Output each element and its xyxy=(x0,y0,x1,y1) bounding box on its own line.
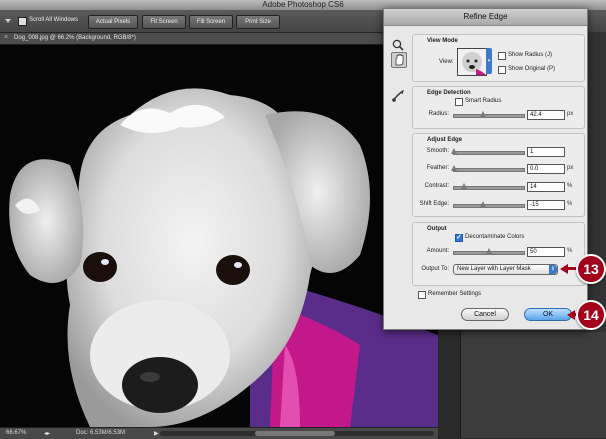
zoom-level[interactable]: 66.67% xyxy=(6,430,26,436)
callout-13-badge: 13 xyxy=(576,254,606,284)
view-thumbnail[interactable] xyxy=(457,48,487,76)
image-canvas[interactable] xyxy=(0,45,438,427)
feather-label: Feather: xyxy=(426,165,449,171)
amount-label: Amount: xyxy=(426,248,449,254)
feather-slider[interactable] xyxy=(451,165,525,172)
view-mode-heading: View Mode xyxy=(427,38,458,44)
fill-screen-button[interactable]: Fill Screen xyxy=(189,15,233,29)
select-arrows-icon: ⇕ xyxy=(549,265,557,274)
refine-edge-dialog: Refine Edge View Mode View: ▾ Show Radiu… xyxy=(383,8,588,330)
status-menu-icon[interactable]: ◂▸ xyxy=(44,430,50,437)
shift-edge-unit: % xyxy=(567,201,573,207)
callout-14-arrowhead xyxy=(567,310,575,320)
radius-slider[interactable] xyxy=(453,111,525,118)
callout-14-badge: 14 xyxy=(576,300,606,330)
amount-unit: % xyxy=(567,248,573,254)
edge-detection-group: Edge Detection Smart Radius Radius: 42.4… xyxy=(412,86,585,129)
ok-button[interactable]: OK xyxy=(524,308,572,321)
document-tab[interactable]: × Dog_008.jpg @ 66.2% (Background, RGB/8… xyxy=(0,33,383,45)
scroll-all-windows-checkbox[interactable] xyxy=(18,17,27,26)
fit-screen-button[interactable]: Fit Screen xyxy=(142,15,186,29)
scroll-all-windows-label: Scroll All Windows xyxy=(29,17,79,23)
cancel-button[interactable]: Cancel xyxy=(461,308,509,321)
callout-13-arrowhead xyxy=(560,264,568,274)
shift-edge-slider[interactable] xyxy=(453,201,525,208)
feather-unit: px xyxy=(567,165,574,171)
show-radius-checkbox[interactable] xyxy=(498,52,506,60)
output-to-select[interactable]: New Layer with Layer Mask ⇕ xyxy=(453,264,558,275)
remember-settings-label: Remember Settings xyxy=(428,291,482,297)
hand-tool-button[interactable] xyxy=(391,52,407,68)
document-size: Doc: 6.53M/6.53M xyxy=(76,430,126,436)
radius-label: Radius: xyxy=(428,111,449,117)
view-preview-icon xyxy=(458,49,486,75)
contrast-unit: % xyxy=(567,183,573,189)
amount-slider-knob[interactable] xyxy=(486,248,492,254)
output-to-value: New Layer with Layer Mask xyxy=(457,266,531,272)
output-heading: Output xyxy=(427,226,447,232)
amount-field[interactable]: 50 xyxy=(527,247,565,257)
shift-edge-label: Shift Edge: xyxy=(419,201,449,207)
radius-slider-knob[interactable] xyxy=(480,111,487,117)
smart-radius-label: Smart Radius xyxy=(465,98,502,104)
show-radius-label: Show Radius (J) xyxy=(508,52,553,58)
contrast-label: Contrast: xyxy=(424,183,449,189)
decontaminate-colors-label: Decontaminate Colors xyxy=(465,234,525,240)
decontaminate-colors-checkbox[interactable] xyxy=(455,233,463,242)
close-tab-icon[interactable]: × xyxy=(4,34,8,41)
horizontal-scrollbar[interactable] xyxy=(160,431,434,436)
smooth-slider[interactable] xyxy=(451,148,525,155)
refine-radius-tool-icon[interactable] xyxy=(391,89,405,103)
shift-edge-slider-knob[interactable] xyxy=(480,201,487,207)
feather-field[interactable]: 0.0 xyxy=(527,164,565,174)
edge-detection-heading: Edge Detection xyxy=(427,90,471,96)
print-size-button[interactable]: Print Size xyxy=(236,15,280,29)
adjust-edge-group: Adjust Edge Smooth: 1 Feather: 0.0 px Co… xyxy=(412,133,585,217)
output-to-label: Output To: xyxy=(421,266,449,272)
contrast-slider[interactable] xyxy=(453,183,525,190)
smart-radius-checkbox[interactable] xyxy=(455,98,463,106)
status-bar: 66.67% ◂▸ Doc: 6.53M/6.53M ▶ xyxy=(0,427,438,439)
amount-slider[interactable] xyxy=(453,248,525,255)
contrast-field[interactable]: 14 xyxy=(527,182,565,192)
status-arrow-icon[interactable]: ▶ xyxy=(154,430,159,437)
output-group: Output Decontaminate Colors Amount: 50 %… xyxy=(412,222,585,286)
remember-settings-checkbox[interactable] xyxy=(418,291,426,299)
view-label: View: xyxy=(439,59,454,65)
feather-slider-knob[interactable] xyxy=(451,165,457,171)
contrast-slider-knob[interactable] xyxy=(460,183,467,189)
show-original-label: Show Original (P) xyxy=(508,66,556,72)
document-tab-title: Dog_008.jpg @ 66.2% (Background, RGB/8*) xyxy=(14,35,136,41)
shift-edge-field[interactable]: -15 xyxy=(527,200,565,210)
dialog-title: Refine Edge xyxy=(384,9,587,26)
view-dropdown-arrow-icon[interactable]: ▾ xyxy=(486,48,492,74)
smooth-label: Smooth: xyxy=(426,148,449,154)
radius-unit: px xyxy=(567,111,574,117)
hand-tool-icon xyxy=(395,54,404,66)
view-mode-group: View Mode View: ▾ Show Radius (J) Show O… xyxy=(412,34,585,82)
adjust-edge-heading: Adjust Edge xyxy=(427,137,463,143)
dog-photo xyxy=(0,45,438,427)
actual-pixels-button[interactable]: Actual Pixels xyxy=(88,15,138,29)
smooth-field[interactable]: 1 xyxy=(527,147,565,157)
layers-panel xyxy=(461,332,606,438)
smooth-slider-knob[interactable] xyxy=(451,148,457,154)
show-original-checkbox[interactable] xyxy=(498,66,506,74)
zoom-tool-icon[interactable] xyxy=(391,38,405,52)
tool-preset-dropdown-icon[interactable] xyxy=(5,19,11,23)
radius-field[interactable]: 42.4 xyxy=(527,110,565,120)
scrollbar-thumb[interactable] xyxy=(255,431,335,436)
